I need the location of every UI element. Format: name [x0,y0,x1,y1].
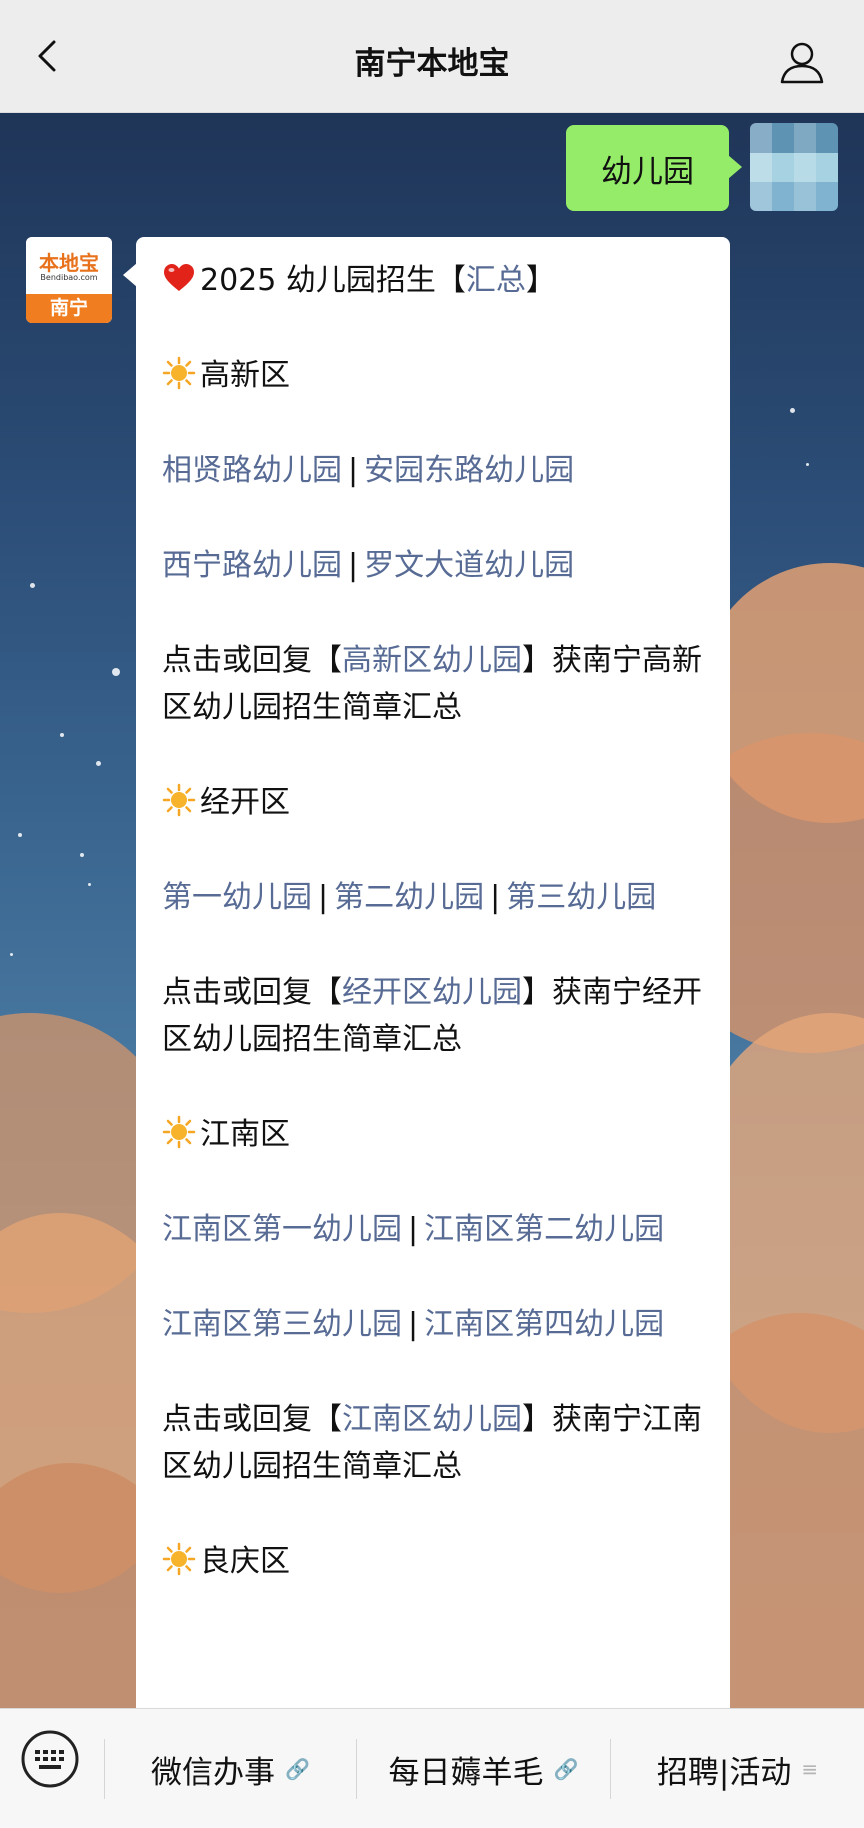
summary-link[interactable]: 汇总 [466,263,526,298]
user-avatar[interactable] [750,123,838,211]
page-title: 南宁本地宝 [354,46,510,82]
keyboard-icon[interactable] [20,1729,80,1789]
kindergarten-link[interactable]: 第一幼儿园 [162,880,312,915]
top-navigation-bar: 南宁本地宝 [0,0,864,113]
jingkai-reply-hint: 点击或回复【经开区幼儿园】获南宁经开区幼儿园招生简章汇总 [162,975,702,1057]
logo-subtext: Bendibao.com [40,273,98,282]
jiangnan-row-2: 江南区第三幼儿园 | 江南区第四幼儿园 [162,1307,665,1342]
jiangnan-row-1: 江南区第一幼儿园 | 江南区第二幼儿园 [162,1212,665,1247]
kindergarten-link[interactable]: 安园东路幼儿园 [364,453,574,488]
kindergarten-link[interactable]: 江南区第二幼儿园 [424,1212,664,1247]
menu-item-wechat-services[interactable]: 微信办事 🔗 [105,1739,356,1799]
bubble-arrow [123,263,137,287]
link-icon: 🔗 [553,1757,579,1781]
logo-city: 南宁 [26,294,112,323]
menu-lines-icon: ≡ [801,1757,819,1781]
section-heading-liangqing: 良庆区 [162,1538,706,1585]
section-heading-jiangnan: 江南区 [162,1111,706,1158]
reply-keyword-link[interactable]: 经开区幼儿园 [342,975,522,1010]
sun-icon [162,356,196,390]
sun-icon [162,1542,196,1576]
gaoxin-reply-hint: 点击或回复【高新区幼儿园】获南宁高新区幼儿园招生简章汇总 [162,643,702,725]
kindergarten-link[interactable]: 江南区第三幼儿园 [162,1307,402,1342]
section-heading-jingkai: 经开区 [162,779,706,826]
heart-icon [164,264,194,291]
user-profile-icon[interactable] [778,38,826,86]
kindergarten-link[interactable]: 第二幼儿园 [334,880,484,915]
menu-item-daily-deals[interactable]: 每日薅羊毛 🔗 [357,1739,610,1799]
link-icon: 🔗 [285,1757,310,1781]
jiangnan-reply-hint: 点击或回复【江南区幼儿园】获南宁江南区幼儿园招生简章汇总 [162,1402,702,1484]
user-message-text: 幼儿园 [601,153,694,190]
gaoxin-row-2: 西宁路幼儿园 | 罗文大道幼儿园 [162,548,575,583]
bot-avatar[interactable]: 本地宝 Bendibao.com 南宁 [26,237,112,323]
kindergarten-link[interactable]: 相贤路幼儿园 [162,453,342,488]
summary-line: 2025 幼儿园招生【汇总】 [162,257,706,304]
bottom-menu-bar: 微信办事 🔗 每日薅羊毛 🔗 招聘|活动 ≡ [0,1708,864,1828]
logo-text: 本地宝 [26,237,112,292]
kindergarten-link[interactable]: 江南区第四幼儿园 [424,1307,664,1342]
reply-keyword-link[interactable]: 高新区幼儿园 [342,643,522,678]
kindergarten-link[interactable]: 第三幼儿园 [506,880,656,915]
bot-message-bubble: 2025 幼儿园招生【汇总】 高新区 相贤路幼儿园 | 安园东路幼儿园 西宁路幼儿园… [136,237,730,1737]
kindergarten-link[interactable]: 罗文大道幼儿园 [364,548,574,583]
jingkai-row: 第一幼儿园 | 第二幼儿园 | 第三幼儿园 [162,880,657,915]
sun-icon [162,1115,196,1149]
reply-keyword-link[interactable]: 江南区幼儿园 [342,1402,522,1437]
kindergarten-link[interactable]: 西宁路幼儿园 [162,548,342,583]
user-message-bubble[interactable]: 幼儿园 [566,125,742,211]
section-heading-gaoxin: 高新区 [162,352,706,399]
gaoxin-row-1: 相贤路幼儿园 | 安园东路幼儿园 [162,453,575,488]
kindergarten-link[interactable]: 江南区第一幼儿园 [162,1212,402,1247]
sun-icon [162,783,196,817]
menu-item-jobs-events[interactable]: 招聘|活动 ≡ [611,1739,864,1799]
